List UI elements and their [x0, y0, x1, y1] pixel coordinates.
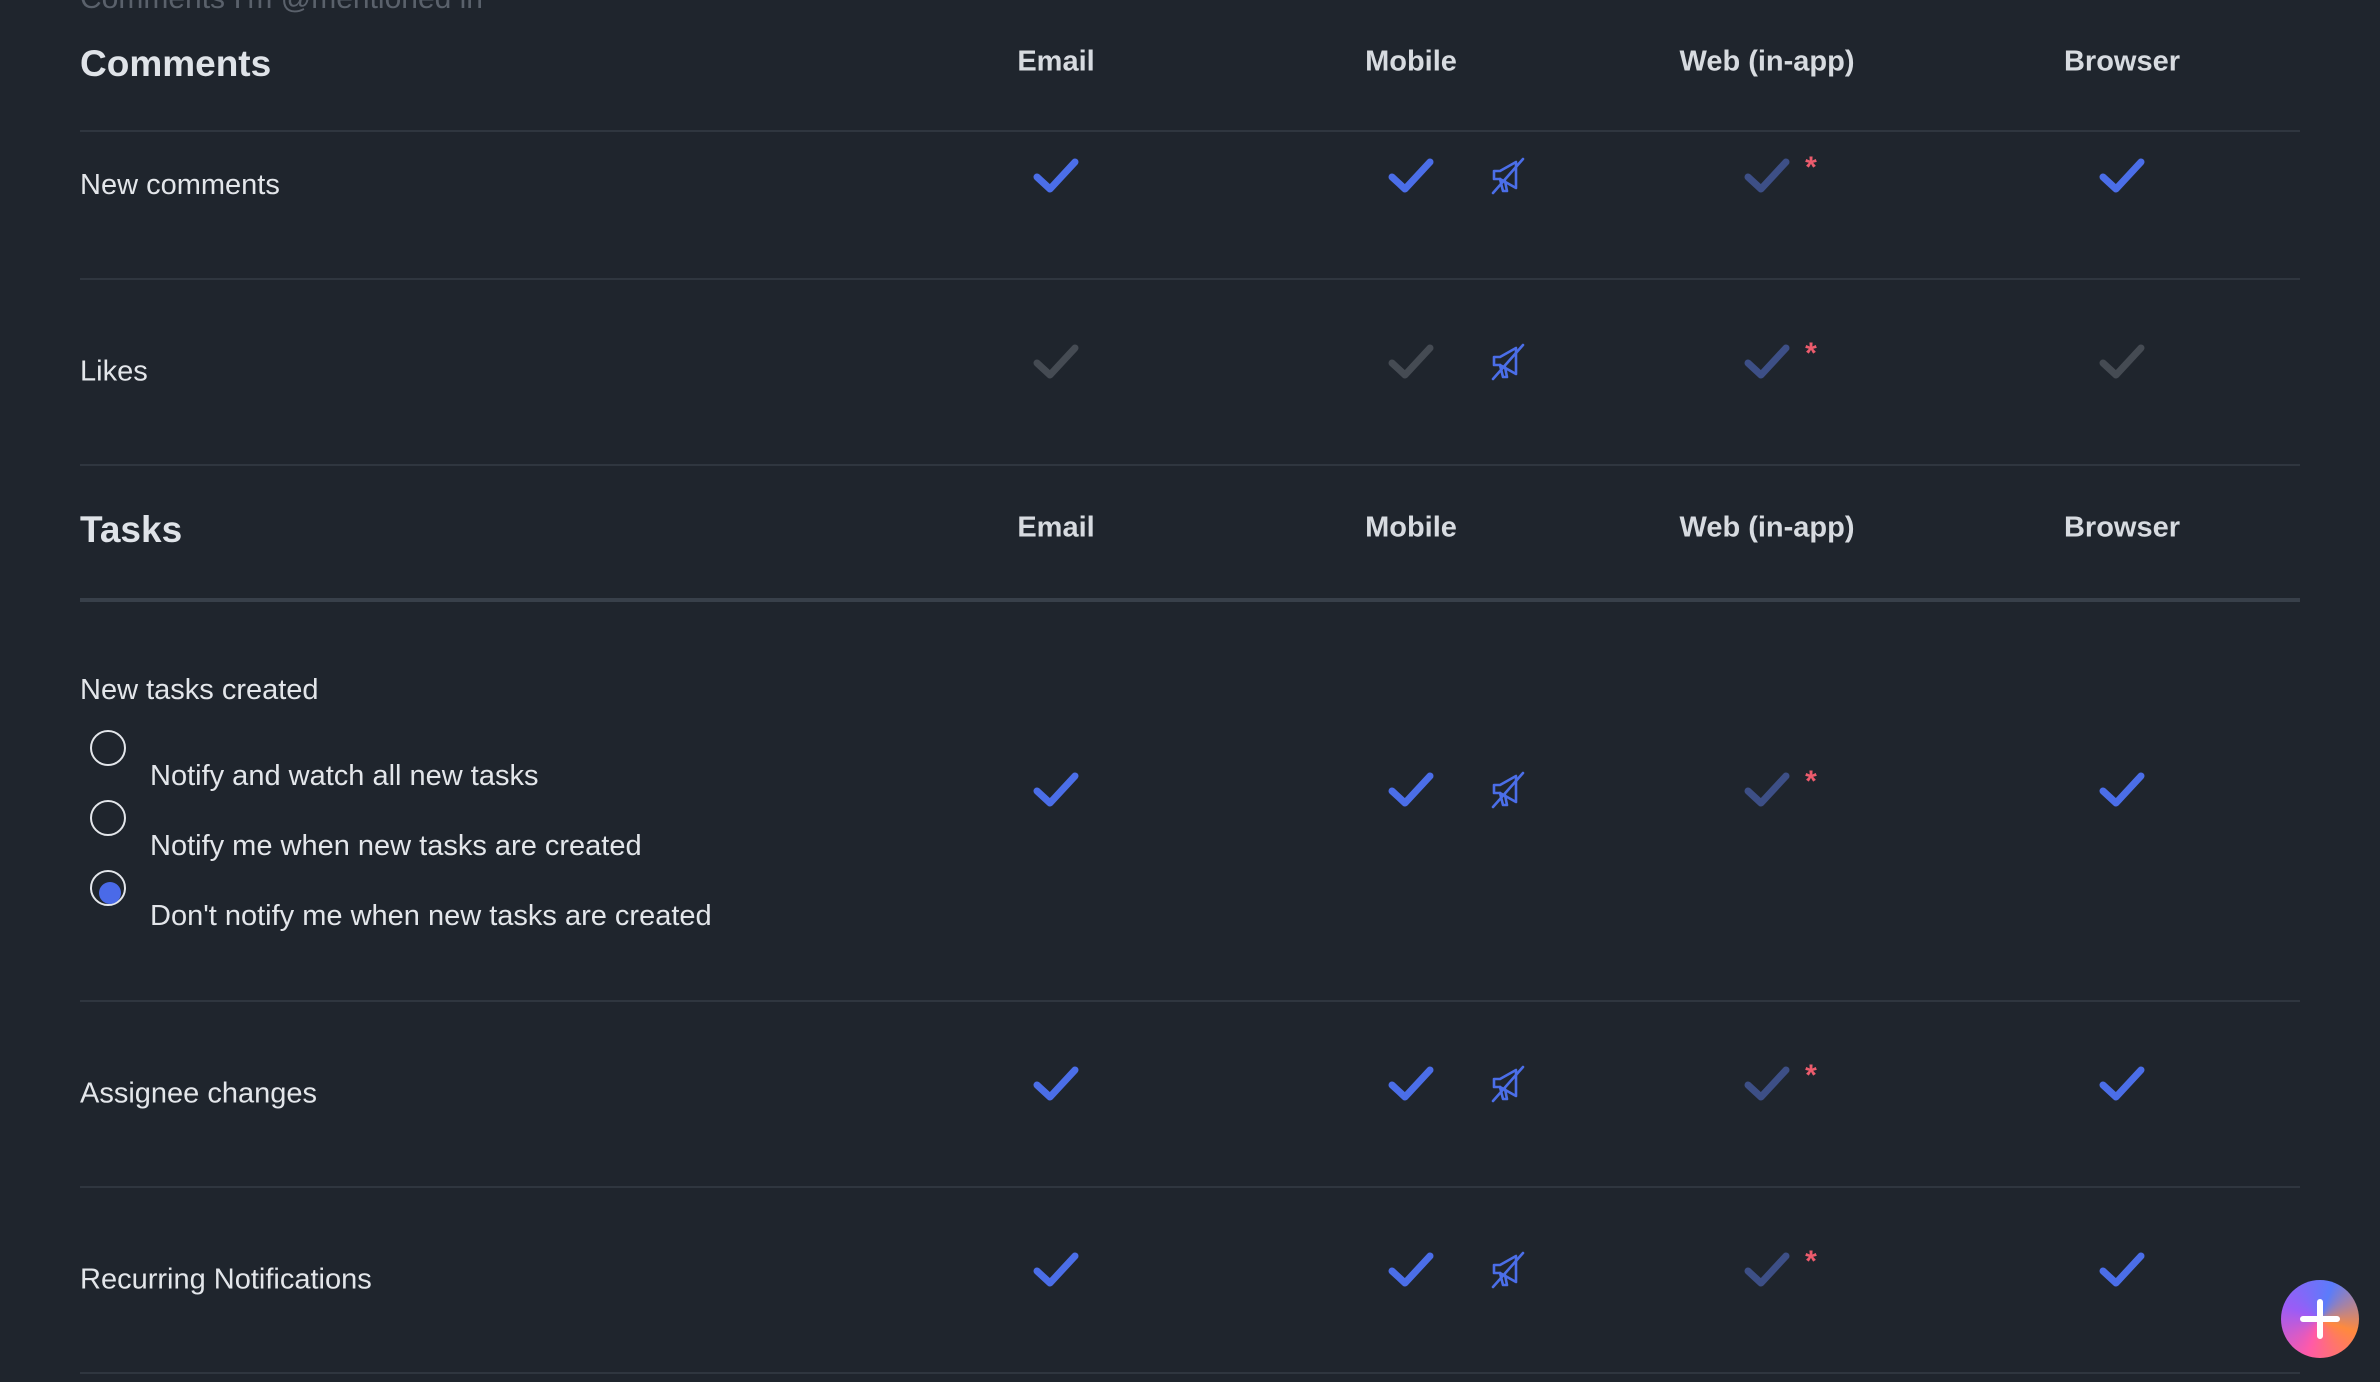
radio-notify-watch[interactable] [90, 730, 126, 766]
mute-megaphone-icon [1491, 343, 1525, 381]
setting-row-assignee-changes: Assignee changes * [80, 1002, 2300, 1188]
email-toggle[interactable] [1028, 762, 1084, 818]
column-header-browser: Browser [2063, 511, 2181, 544]
setting-row-label: New comments [80, 169, 280, 201]
check-icon [1744, 344, 1790, 379]
mute-megaphone-icon[interactable] [1487, 1249, 1529, 1291]
required-asterisk: * [1805, 1059, 1817, 1092]
section-title-comments: Comments [80, 43, 272, 84]
add-button[interactable] [2281, 1280, 2359, 1358]
check-icon [2099, 1252, 2145, 1287]
check-icon [1033, 1066, 1079, 1101]
mobile-toggle[interactable] [1383, 148, 1439, 204]
mobile-toggle[interactable] [1383, 1056, 1439, 1112]
email-toggle[interactable] [1028, 1242, 1084, 1298]
check-icon [1033, 158, 1079, 193]
plus-icon [2300, 1299, 2340, 1339]
check-icon [1744, 1066, 1790, 1101]
radio-label: Don't notify me when new tasks are creat… [150, 900, 712, 932]
check-icon [2099, 158, 2145, 193]
check-icon [1388, 1066, 1434, 1101]
check-icon [1033, 344, 1079, 379]
browser-toggle[interactable] [2094, 334, 2150, 390]
mute-megaphone-icon[interactable] [1487, 1063, 1529, 1105]
column-header-email: Email [1017, 511, 1095, 544]
check-icon [1388, 344, 1434, 379]
web-toggle[interactable] [1739, 1242, 1795, 1298]
mute-megaphone-icon[interactable] [1487, 769, 1529, 811]
required-asterisk: * [1805, 1245, 1817, 1278]
mute-megaphone-icon[interactable] [1487, 341, 1529, 383]
check-icon [1388, 772, 1434, 807]
radio-label: Notify me when new tasks are created [150, 830, 642, 862]
radio-notify-created[interactable] [90, 800, 126, 836]
web-toggle[interactable] [1739, 334, 1795, 390]
section-title-tasks: Tasks [80, 509, 183, 550]
setting-row-new-tasks: New tasks created Notify and watch all n… [80, 602, 2300, 1002]
email-toggle[interactable] [1028, 1056, 1084, 1112]
web-toggle[interactable] [1739, 148, 1795, 204]
mute-megaphone-icon [1491, 1251, 1525, 1289]
column-header-mobile: Mobile [1365, 511, 1457, 544]
radio-selected-dot [99, 882, 121, 904]
browser-toggle[interactable] [2094, 148, 2150, 204]
browser-toggle[interactable] [2094, 1242, 2150, 1298]
email-toggle[interactable] [1028, 334, 1084, 390]
comments-section-header: Comments Email Mobile Web (in-app) Brows… [80, 0, 2300, 132]
browser-toggle[interactable] [2094, 1056, 2150, 1112]
check-icon [1033, 1252, 1079, 1287]
mobile-toggle[interactable] [1383, 334, 1439, 390]
setting-row-likes: Likes * [80, 280, 2300, 466]
setting-row-label: Assignee changes [80, 1077, 317, 1110]
check-icon [1388, 158, 1434, 193]
setting-row-new-comments: New comments * [80, 130, 2300, 280]
column-header-mobile: Mobile [1365, 45, 1457, 78]
mute-megaphone-icon[interactable] [1487, 155, 1529, 197]
tasks-section-header: Tasks Email Mobile Web (in-app) Browser [80, 466, 2300, 602]
email-toggle[interactable] [1028, 148, 1084, 204]
check-icon [2099, 772, 2145, 807]
required-asterisk: * [1805, 765, 1817, 798]
notification-settings-page: Comments I'm @mentioned in Comments Emai… [0, 0, 2380, 1382]
mute-megaphone-icon [1491, 771, 1525, 809]
setting-row-label: Likes [80, 355, 148, 388]
check-icon [1033, 772, 1079, 807]
web-toggle[interactable] [1739, 1056, 1795, 1112]
check-icon [2099, 344, 2145, 379]
setting-row-label: New tasks created [80, 674, 319, 706]
column-header-web: Web (in-app) [1679, 45, 1855, 78]
setting-row-label: Recurring Notifications [80, 1263, 372, 1296]
check-icon [1388, 1252, 1434, 1287]
column-header-web: Web (in-app) [1679, 511, 1855, 544]
radio-label: Notify and watch all new tasks [150, 760, 539, 792]
mute-megaphone-icon [1491, 1065, 1525, 1103]
mute-megaphone-icon [1491, 157, 1525, 195]
check-icon [1744, 1252, 1790, 1287]
check-icon [1744, 158, 1790, 193]
web-toggle[interactable] [1739, 762, 1795, 818]
setting-row-recurring-notifications: Recurring Notifications * [80, 1188, 2300, 1374]
column-header-email: Email [1017, 45, 1095, 78]
required-asterisk: * [1805, 337, 1817, 370]
column-header-browser: Browser [2063, 45, 2181, 78]
mobile-toggle[interactable] [1383, 1242, 1439, 1298]
radio-dont-notify[interactable] [90, 870, 126, 906]
check-icon [2099, 1066, 2145, 1101]
check-icon [1744, 772, 1790, 807]
required-asterisk: * [1805, 151, 1817, 184]
browser-toggle[interactable] [2094, 762, 2150, 818]
mobile-toggle[interactable] [1383, 762, 1439, 818]
